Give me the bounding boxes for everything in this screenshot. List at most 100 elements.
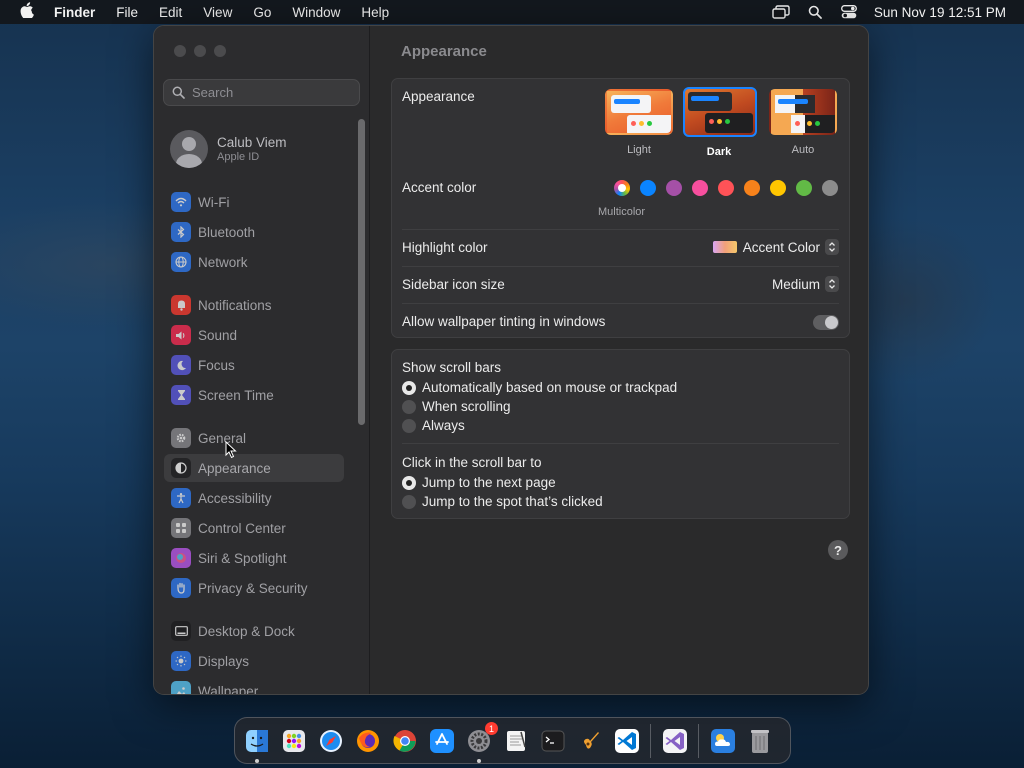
help-button[interactable]: ? [828, 540, 848, 560]
wallpaper-icon [171, 681, 191, 694]
zoom-button[interactable] [214, 45, 226, 57]
accent-swatch-blue[interactable] [640, 180, 656, 196]
sidebar-item-bluetooth[interactable]: Bluetooth [164, 218, 344, 246]
sidebar-icon-size-popup[interactable]: Medium [772, 276, 839, 292]
help-menu[interactable]: Help [361, 5, 389, 20]
appearance-pane: Appearance Appearance Light Dark Auto Ac… [371, 26, 868, 694]
sidebar-item-appearance[interactable]: Appearance [164, 454, 344, 482]
sidebar-item-accessibility[interactable]: Accessibility [164, 484, 344, 512]
sidebar-item-siri-spotlight[interactable]: Siri & Spotlight [164, 544, 344, 572]
divider [402, 266, 839, 267]
sidebar-item-notifications[interactable]: Notifications [164, 291, 344, 319]
search-field[interactable] [163, 79, 360, 106]
radio-button[interactable] [402, 475, 416, 490]
sidebar-item-wallpaper[interactable]: Wallpaper [164, 677, 344, 694]
highlight-color-popup[interactable]: Accent Color [712, 239, 839, 255]
visual-studio-icon[interactable] [659, 725, 690, 756]
accent-swatch-pink[interactable] [692, 180, 708, 196]
sun-icon [171, 651, 191, 671]
view-menu[interactable]: View [203, 5, 232, 20]
accent-swatch-purple[interactable] [666, 180, 682, 196]
sidebar-item-general[interactable]: General [164, 424, 344, 452]
terminal-icon[interactable] [537, 725, 568, 756]
app-store-icon[interactable] [426, 725, 457, 756]
search-input[interactable] [192, 85, 352, 100]
weather-icon[interactable] [707, 725, 738, 756]
sidebar-item-label: Network [198, 254, 248, 270]
light-label: Light [627, 144, 651, 156]
sidebar-scrollbar[interactable] [358, 119, 365, 425]
file-menu[interactable]: File [116, 5, 138, 20]
sidebar-item-focus[interactable]: Focus [164, 351, 344, 379]
dark-label: Dark [706, 146, 732, 158]
appearance-option-dark[interactable]: Dark [683, 87, 757, 158]
edit-menu[interactable]: Edit [159, 5, 182, 20]
sidebar-item-displays[interactable]: Displays [164, 647, 344, 675]
radio-button[interactable] [402, 494, 416, 509]
radio-button[interactable] [402, 380, 416, 395]
sidebar-item-control-center[interactable]: Control Center [164, 514, 344, 542]
moon-icon [171, 355, 191, 375]
garageband-icon[interactable] [574, 725, 605, 756]
dark-thumbnail [683, 87, 757, 137]
accent-swatch-green[interactable] [796, 180, 812, 196]
go-menu[interactable]: Go [253, 5, 271, 20]
click-scroll-bar-label: Click in the scroll bar to [402, 455, 542, 470]
account-name: Calub Viem [217, 135, 287, 150]
menu-bar-clock[interactable]: Sun Nov 19 12:51 PM [874, 5, 1006, 20]
chrome-icon[interactable] [389, 725, 420, 756]
sidebar-item-label: Siri & Spotlight [198, 550, 287, 566]
account-subtitle: Apple ID [217, 151, 260, 163]
control-center-menu-icon[interactable] [840, 5, 858, 19]
textedit-icon[interactable] [500, 725, 531, 756]
window-controls [174, 45, 226, 57]
scroll-bars-automatic-option[interactable]: Automatically based on mouse or trackpad [402, 380, 677, 395]
sidebar-icon-size-value: Medium [771, 276, 820, 292]
appearance-settings-panel: Appearance Light Dark Auto Accent color … [391, 78, 850, 338]
close-button[interactable] [174, 45, 186, 57]
appearance-icon [171, 458, 191, 478]
sidebar-item-privacy-security[interactable]: Privacy & Security [164, 574, 344, 602]
hourglass-icon [171, 385, 191, 405]
jump-to-spot-option[interactable]: Jump to the spot that’s clicked [402, 494, 603, 509]
screen-mirroring-icon[interactable] [772, 5, 790, 19]
radio-button[interactable] [402, 418, 416, 433]
trash-icon[interactable] [744, 725, 775, 756]
launchpad-icon[interactable] [278, 725, 309, 756]
divider [402, 443, 839, 444]
sidebar-item-label: Desktop & Dock [198, 623, 295, 639]
minimize-button[interactable] [194, 45, 206, 57]
accent-swatch-graphite[interactable] [822, 180, 838, 196]
apple-menu-icon[interactable] [17, 2, 37, 22]
accent-swatch-yellow[interactable] [770, 180, 786, 196]
scroll-bars-always-option[interactable]: Always [402, 418, 465, 433]
sidebar-item-screen-time[interactable]: Screen Time [164, 381, 344, 409]
scroll-bars-when-scrolling-option[interactable]: When scrolling [402, 399, 511, 414]
accent-swatch-red[interactable] [718, 180, 734, 196]
jump-next-page-option[interactable]: Jump to the next page [402, 475, 556, 490]
wallpaper-tinting-toggle[interactable] [813, 315, 839, 330]
system-settings-icon[interactable]: 1 [463, 722, 498, 763]
sidebar-item-label: Privacy & Security [198, 580, 308, 596]
sidebar-item-sound[interactable]: Sound [164, 321, 344, 349]
sidebar-item-label: Screen Time [198, 387, 274, 403]
sidebar-item-label: General [198, 430, 247, 446]
appearance-option-auto[interactable]: Auto [767, 89, 839, 156]
hand-icon [171, 578, 191, 598]
safari-icon[interactable] [315, 725, 346, 756]
spotlight-search-icon[interactable] [806, 5, 824, 19]
vscode-icon[interactable] [611, 725, 642, 756]
firefox-icon[interactable] [352, 725, 383, 756]
finder-icon[interactable] [241, 725, 272, 763]
wifi-icon [171, 192, 191, 212]
accent-swatch-multicolor[interactable] [614, 180, 630, 196]
radio-button[interactable] [402, 399, 416, 414]
apple-id-account[interactable]: Calub Viem Apple ID [170, 130, 287, 168]
sidebar-item-desktop-dock[interactable]: Desktop & Dock [164, 617, 344, 645]
accent-swatch-orange[interactable] [744, 180, 760, 196]
appearance-option-light[interactable]: Light [603, 89, 675, 156]
app-menu[interactable]: Finder [54, 5, 95, 20]
sidebar-item-wi-fi[interactable]: Wi-Fi [164, 188, 344, 216]
window-menu[interactable]: Window [292, 5, 340, 20]
sidebar-item-network[interactable]: Network [164, 248, 344, 276]
